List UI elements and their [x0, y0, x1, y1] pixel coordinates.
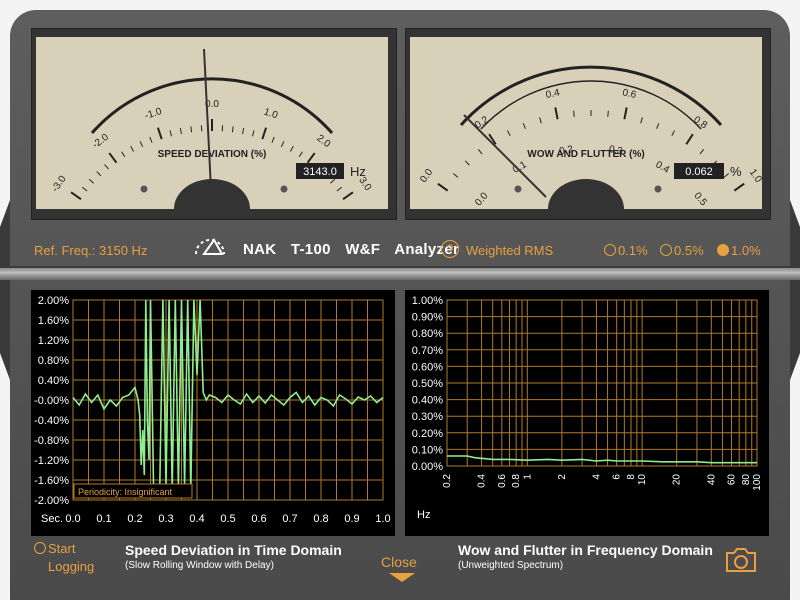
wf-readout: 0.062 [685, 166, 713, 178]
reference-frequency: Ref. Freq.: 3150 Hz [34, 243, 148, 258]
x-tick-label: 8 [626, 474, 637, 480]
range-radio-0-5[interactable]: 0.5% [660, 243, 704, 258]
y-tick-label: -0.80% [34, 435, 69, 447]
meter-screw-right [280, 185, 288, 193]
left-handle [0, 200, 10, 380]
help-icon[interactable]: ? [441, 240, 459, 258]
speed-deviation-meter: -3.0 -2.0 -1.0 0.0 1.0 2.0 3.0 SPEED DEVIATION… [31, 28, 397, 220]
x-tick-label: 1 [522, 474, 533, 480]
freq-chart-title: Wow and Flutter in Frequency Domain [458, 542, 713, 558]
y-tick-label: 2.00% [38, 295, 69, 307]
y-tick-label: 0.40% [38, 375, 69, 387]
x-tick-label: 2 [557, 474, 568, 480]
x-tick-label: 0.6 [497, 474, 508, 488]
x-tick-label: 60 [727, 474, 738, 486]
y-tick-label: 0.20% [412, 428, 443, 440]
frequency-readout: 3143.0 [303, 166, 337, 178]
x-tick-label: 0.4 [189, 513, 204, 525]
y-tick-label: 0.80% [412, 328, 443, 340]
x-tick-label: 0.6 [251, 513, 266, 525]
range-radio-0-1[interactable]: 0.1% [604, 243, 648, 258]
x-tick-label: 10 [637, 474, 648, 486]
y-tick-label: 0.90% [412, 312, 443, 324]
weighted-rms-toggle[interactable]: Weighted RMS [466, 243, 553, 258]
wow-flutter-meter: 0.0 0.2 0.4 0.6 0.8 1.0 0.0 0.1 0.2 0.3 0.4 0.5 WOW… [405, 28, 771, 220]
panel-divider [0, 268, 800, 280]
frequency-domain-chart: 1.00% 0.90% 0.80% 0.70% 0.60% 0.50% 0.40% 0.30%… [405, 290, 769, 536]
toolbar: Ref. Freq.: 3150 Hz NAK T-100 W&F Analyz… [10, 220, 790, 270]
x-tick-label: 40 [706, 474, 717, 486]
x-tick-label: 1.0 [375, 513, 390, 525]
y-tick-label: -2.00% [34, 495, 69, 507]
periodicity-label: Periodicity: Insignificant [78, 487, 173, 497]
time-domain-chart: 2.00% 1.60% 1.20% 0.80% 0.40% -0.00% -0.40% -0.… [31, 290, 395, 536]
close-button[interactable]: Close [381, 554, 417, 570]
y-tick-label: 0.10% [412, 444, 443, 456]
meter-screw-left [514, 185, 522, 193]
brand-label: NAK [243, 241, 277, 258]
y-tick-label: -1.60% [34, 475, 69, 487]
x-tick-label: 0.7 [282, 513, 297, 525]
scale-tick [607, 110, 609, 117]
app-title: NAK T-100 W&F Analyzer [243, 241, 469, 258]
x-tick-label: 0.1 [96, 513, 111, 525]
wf-label: W&F [345, 241, 381, 258]
close-arrow-icon[interactable] [389, 573, 415, 582]
logging-radio[interactable] [34, 542, 46, 554]
scale-tick [573, 110, 575, 117]
camera-icon[interactable] [724, 546, 758, 574]
x-tick-label: 100 [752, 474, 763, 491]
x-tick-label: 0.9 [344, 513, 359, 525]
x-tick-label: 0.0 [65, 513, 80, 525]
y-tick-label: 0.80% [38, 355, 69, 367]
x-unit-label: Hz [417, 509, 430, 521]
start-logging-button[interactable]: Start Logging [34, 540, 94, 576]
x-tick-label: 6 [612, 474, 623, 480]
meter-screw-right [654, 185, 662, 193]
y-tick-label: 0.30% [412, 411, 443, 423]
y-tick-label: 0.40% [412, 395, 443, 407]
y-tick-label: 0.50% [412, 378, 443, 390]
right-handle [790, 200, 800, 380]
x-tick-label: 0.8 [313, 513, 328, 525]
x-tick-label: 20 [672, 474, 683, 486]
y-tick-label: 0.00% [412, 461, 443, 473]
x-tick-label: 0.4 [477, 474, 488, 488]
y-tick-label: 0.70% [412, 345, 443, 357]
y-tick-label: -0.00% [34, 395, 69, 407]
time-chart-title: Speed Deviation in Time Domain [125, 542, 342, 558]
freq-chart-subtitle: (Unweighted Spectrum) [458, 560, 564, 571]
frequency-unit: Hz [350, 164, 366, 179]
x-tick-label: 0.8 [511, 474, 522, 488]
time-chart-subtitle: (Slow Rolling Window with Delay) [125, 560, 274, 571]
x-unit-label: Sec. [41, 513, 63, 525]
y-tick-label: 1.20% [38, 335, 69, 347]
model-label: T-100 [290, 241, 331, 258]
y-tick-label: -1.20% [34, 455, 69, 467]
y-tick-label: 1.00% [412, 295, 443, 307]
range-radio-1-0[interactable]: 1.0% [717, 243, 761, 258]
x-tick-label: 0.5 [220, 513, 235, 525]
x-tick-label: 80 [741, 474, 752, 486]
meter-screw-left [140, 185, 148, 193]
speed-meter-label: SPEED DEVIATION (%) [158, 149, 267, 160]
y-tick-label: 1.60% [38, 315, 69, 327]
y-tick-label: -0.40% [34, 415, 69, 427]
speedometer-icon [195, 238, 225, 255]
wf-unit: % [730, 164, 742, 179]
x-tick-label: 0.3 [158, 513, 173, 525]
x-tick-label: 0.2 [442, 474, 453, 488]
x-tick-label: 4 [591, 474, 602, 480]
wf-meter-label: WOW AND FLUTTER (%) [527, 149, 644, 160]
x-tick-label: 0.2 [127, 513, 142, 525]
y-tick-label: 0.60% [412, 361, 443, 373]
